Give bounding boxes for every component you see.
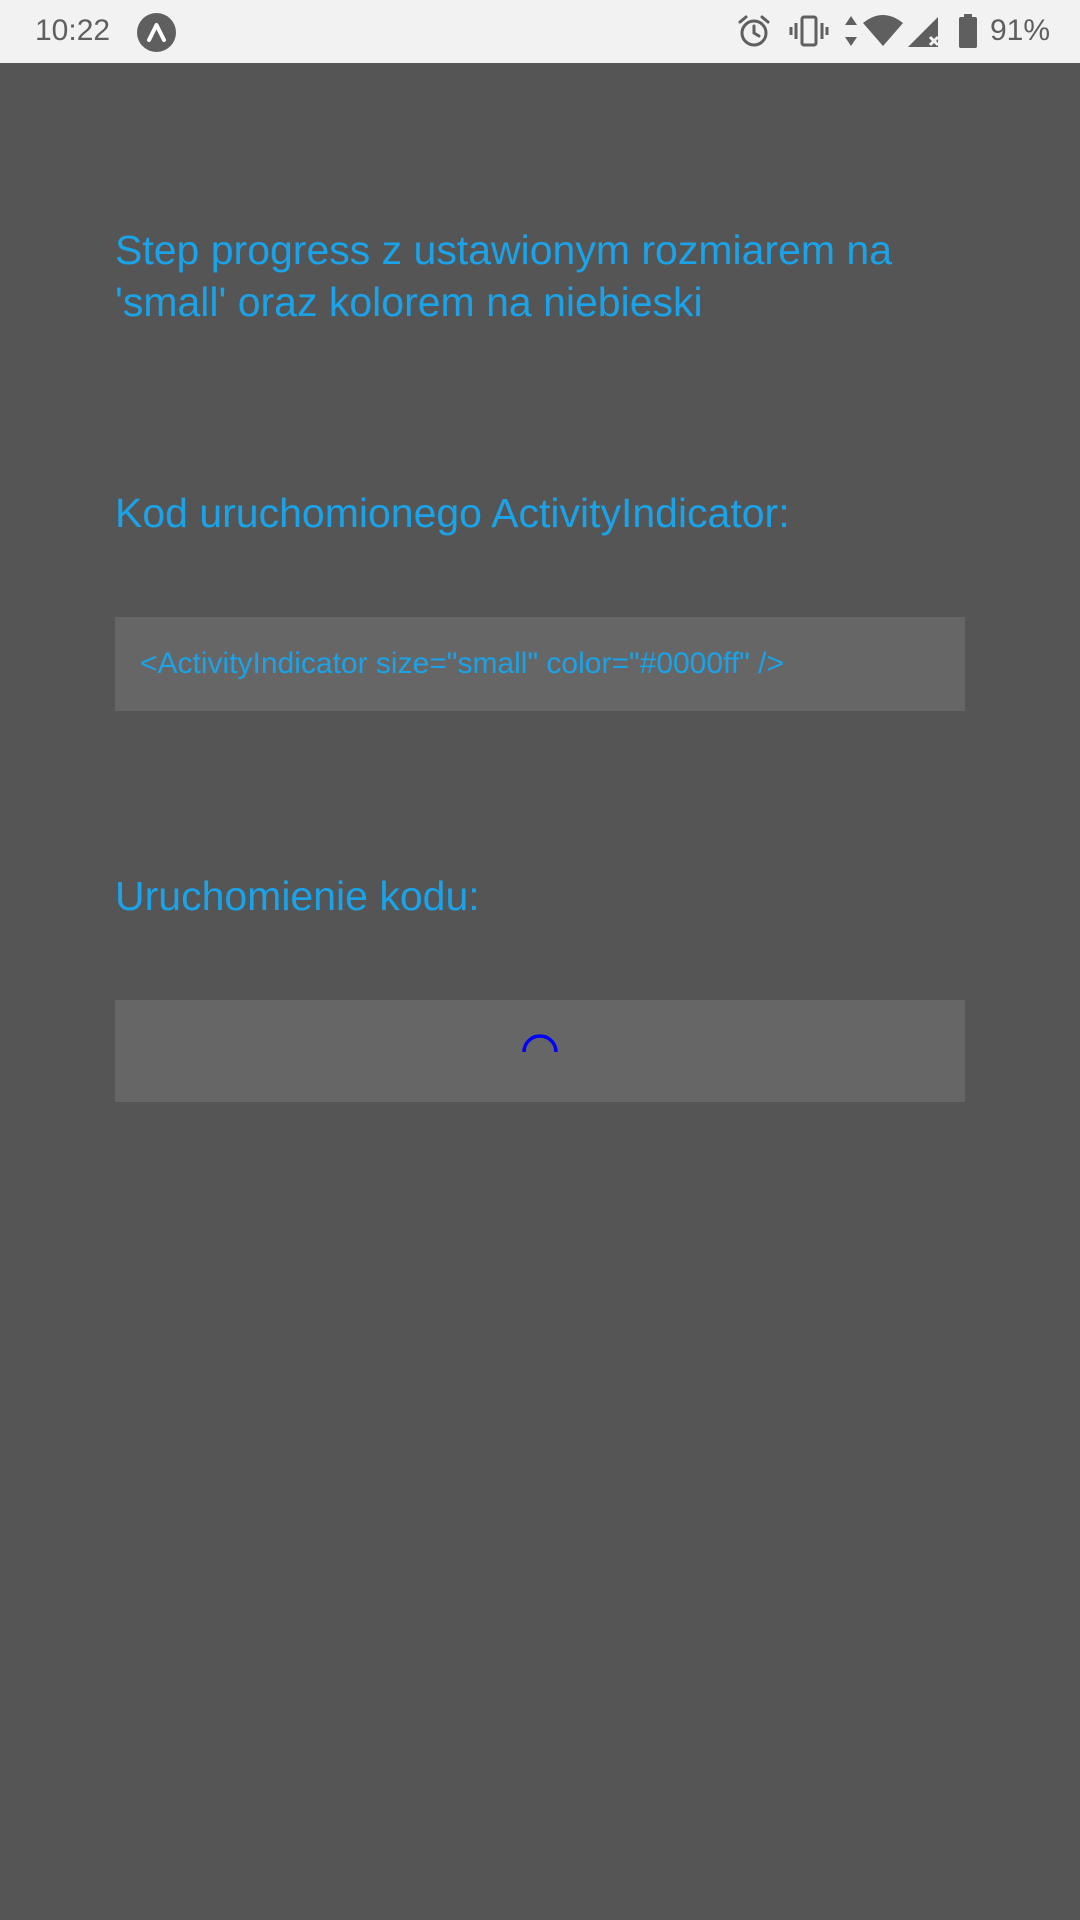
page-title: Step progress z ustawionym rozmiarem na …	[115, 227, 893, 325]
app-badge-icon	[137, 13, 176, 52]
code-heading: Kod uruchomionego ActivityIndicator:	[115, 490, 790, 536]
alarm-icon	[736, 13, 772, 54]
activity-indicator-spinner	[520, 1030, 560, 1075]
status-time: 10:22	[35, 14, 111, 47]
main-content: Step progress z ustawionym rozmiarem na …	[0, 63, 1080, 1920]
vibrate-icon	[788, 13, 830, 54]
code-snippet: <ActivityIndicator size="small" color="#…	[140, 647, 785, 680]
wifi-icon	[862, 13, 904, 54]
code-panel: <ActivityIndicator size="small" color="#…	[115, 617, 965, 711]
data-arrows-icon	[843, 13, 859, 54]
run-heading: Uruchomienie kodu:	[115, 873, 480, 919]
battery-icon	[957, 13, 979, 54]
run-panel	[115, 1000, 965, 1102]
battery-percentage: 91%	[990, 14, 1051, 47]
signal-icon	[906, 13, 942, 54]
status-bar: 10:22 91%	[0, 0, 1080, 63]
